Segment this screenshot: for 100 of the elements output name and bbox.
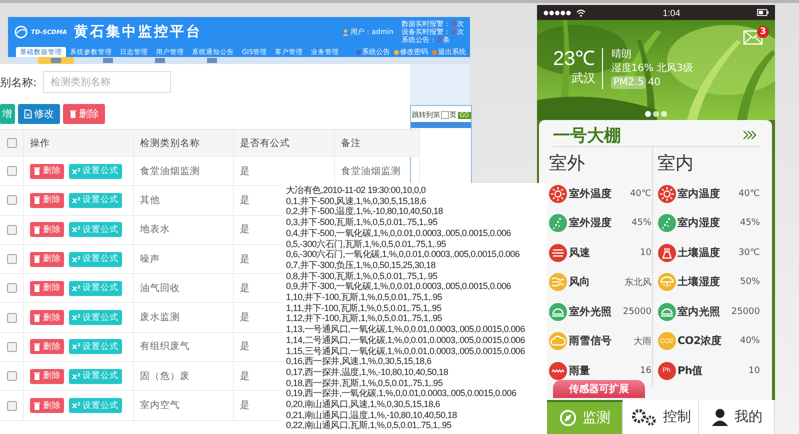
table-cell: 有组织废气 — [140, 340, 190, 354]
temperature: 23℃ — [553, 48, 596, 70]
delete-button[interactable]: 删除 — [63, 104, 105, 124]
delete-button[interactable]: 删除 — [30, 252, 64, 267]
sensor-label: 土壤温度 — [678, 246, 720, 260]
page-field[interactable] — [441, 111, 449, 119]
row-checkbox[interactable] — [6, 195, 16, 206]
formula-button[interactable]: x² 设置公式 — [69, 310, 122, 326]
row-checkbox[interactable] — [6, 166, 16, 176]
pm-badge: PM2.5 — [611, 76, 646, 89]
formula-button[interactable]: x² 设置公式 — [69, 339, 122, 354]
table-cell: 是 — [240, 340, 250, 354]
sensor-value: 30℃ — [738, 248, 760, 258]
table-cell: 食堂油烟监测 — [341, 164, 401, 178]
delete-button[interactable]: 删除 — [30, 339, 64, 354]
chevrons-icon[interactable] — [742, 130, 758, 140]
trash-icon — [33, 283, 41, 294]
column-header: 备注 — [341, 136, 361, 150]
add-button[interactable]: 增 — [0, 104, 15, 124]
sensor-label: 室内光照 — [678, 304, 720, 319]
table-cell: 是 — [240, 311, 250, 324]
row-checkbox[interactable] — [6, 342, 16, 352]
formula-button[interactable]: x² 设置公式 — [69, 252, 122, 267]
text-line: 0,8,井下-300,瓦斯,1,%,0,5,0.01,.75,1,.95 — [286, 270, 438, 282]
delete-button[interactable]: 删除 — [30, 368, 64, 384]
formula-button[interactable]: x² 设置公式 — [69, 222, 122, 238]
sensor-label: 土壤湿度 — [678, 275, 720, 290]
trash-icon — [69, 109, 77, 119]
sensor-value: 50% — [740, 277, 760, 288]
text-line: 1,12,井下-100,瓦斯,1,%,0,5,0.01,.75,1,.95 — [286, 313, 442, 324]
column-heading: 室内 — [658, 153, 694, 175]
row-checkbox[interactable] — [6, 254, 16, 264]
weather-detail: 湿度16% 北风3级 — [611, 62, 694, 75]
row-checkbox[interactable] — [6, 224, 16, 235]
edit-button[interactable]: 修改 — [18, 104, 60, 124]
delete-button[interactable]: 删除 — [30, 398, 64, 414]
sensor-value: 45% — [740, 218, 760, 228]
table-cell: 食堂油烟监测 — [140, 164, 200, 178]
sensor-value: 25000 — [622, 306, 652, 317]
card-title: 一号大棚 — [553, 124, 621, 146]
table-cell: 其他 — [140, 194, 160, 207]
text-line: 0,20,南山通风口,风速,1,%,0,30,5,15,18,6 — [286, 399, 440, 410]
row-checkbox[interactable] — [6, 371, 16, 382]
sensor-value: 16 — [640, 366, 652, 376]
delete-button[interactable]: 删除 — [30, 192, 64, 208]
text-line: 0,1,井下-500,风速,1,%,0,30,5,15,18,6 — [286, 196, 426, 206]
search-label: 别名称: — [0, 74, 37, 90]
text-line: 0,2,井下-500,温度,1,%,-10,80,10,40,50,18 — [286, 206, 443, 218]
formula-button[interactable]: x² 设置公式 — [69, 192, 122, 208]
text-line: 0,16,西一探井,风速,1,%,0,30,5,15,18,6 — [286, 356, 432, 367]
trash-icon — [33, 166, 41, 176]
text-line: 1,15,三号通风口,一氧化碳,1,%,0,0.01,0.0003,.005,0.0015,0.006 — [286, 346, 525, 356]
text-line: 0,18,西一探井,瓦斯,1,%,0,5,0.01,.75,1,.95 — [286, 378, 443, 388]
column-header: 检测类别名称 — [140, 136, 200, 150]
sensor-value: 东北风 — [624, 276, 652, 289]
table-cell: 固（危）废 — [140, 370, 190, 383]
table-cell: 是 — [240, 164, 250, 178]
compass-icon — [558, 409, 576, 427]
table-cell: 油气回收 — [140, 282, 180, 295]
formula-button[interactable]: x² 设置公式 — [69, 164, 122, 179]
text-line: 0,21,南山通风口,温度,1,%,-10,80,10,40,50,18 — [286, 410, 457, 420]
row-checkbox[interactable] — [6, 283, 16, 294]
sensor-label: CO2浓度 — [678, 334, 722, 348]
app-title: 黄石集中监控平台 — [74, 23, 202, 41]
tab[interactable]: 监测 — [547, 400, 623, 434]
text-line: 0,5,-300六石门,瓦斯,1,%,0,5,0.01,.75,1,.95 — [286, 238, 446, 249]
delete-button[interactable]: 删除 — [30, 222, 64, 238]
trash-icon — [33, 342, 41, 352]
expand-button[interactable]: 传感器可扩展 — [553, 380, 645, 398]
table-cell: 地表水 — [140, 223, 170, 236]
formula-button[interactable]: x² 设置公式 — [69, 368, 122, 384]
select-all-checkbox[interactable] — [6, 138, 16, 148]
delete-button[interactable]: 删除 — [30, 164, 64, 179]
column-header: 操作 — [30, 136, 50, 150]
trash-icon — [33, 195, 41, 206]
sensor-label: 室外温度 — [569, 186, 612, 201]
text-line: 大冶有色,2010-11-02 19:30:00,10,0,0 — [286, 185, 426, 196]
formula-button[interactable]: x² 设置公式 — [69, 280, 122, 296]
formula-button[interactable]: x² 设置公式 — [69, 398, 122, 414]
row-checkbox[interactable] — [6, 312, 16, 323]
sensor-label: 室外湿度 — [569, 216, 612, 230]
toolbar-button[interactable] — [38, 57, 74, 64]
sensor-value: 40℃ — [738, 188, 760, 199]
table-cell: 是 — [240, 282, 250, 295]
delete-button[interactable]: 删除 — [30, 310, 64, 326]
search-field[interactable]: 检测类别名称 — [42, 71, 171, 93]
column-heading: 室外 — [549, 153, 586, 175]
text-line: 1,13,一号通风口,一氧化碳,1,%,0,0.01,0.0003,.005,0.0015,0.006 — [286, 324, 525, 335]
row-checkbox[interactable] — [6, 400, 16, 411]
document-icon — [24, 109, 32, 119]
city: 武汉 — [571, 70, 596, 87]
sensor-value: 10 — [748, 366, 760, 376]
sensor-label: Ph值 — [678, 364, 703, 378]
gears-icon — [630, 408, 657, 426]
user-icon — [342, 28, 349, 36]
column-header: 是否有公式 — [240, 136, 290, 150]
table-cell: 废水监测 — [140, 311, 180, 324]
sensor-label: 室内温度 — [678, 186, 720, 201]
text-line: 0,7,井下-300,负压,1,%,0,50,15,25,30,18 — [286, 260, 436, 271]
delete-button[interactable]: 删除 — [30, 280, 64, 296]
